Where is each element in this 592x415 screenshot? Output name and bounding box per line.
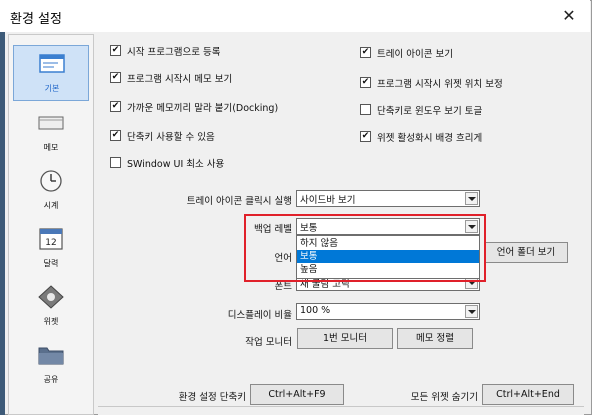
work-monitor-label: 작업 모니터: [245, 337, 292, 348]
display-ratio-select[interactable]: 100 %: [296, 303, 480, 320]
background-window-edge: [0, 32, 5, 415]
checkbox-box[interactable]: ✔: [360, 131, 371, 142]
display-ratio-label: 디스플레이 비율: [227, 310, 292, 321]
window-title: 환경 설정: [10, 12, 62, 27]
settings-sidebar: 기본 메모 시계 12 달력 위젯 공유: [8, 34, 94, 415]
settings-hotkey-label: 환경 설정 단축키: [178, 392, 246, 403]
sidebar-item-label: 위젯: [43, 317, 59, 326]
sidebar-item-label: 시계: [43, 201, 59, 210]
sidebar-item-widget[interactable]: 위젯: [13, 279, 89, 335]
checkbox-label: 단축키 사용할 수 있음: [127, 132, 215, 143]
clock-icon: [40, 170, 62, 192]
checkbox-box[interactable]: ✔: [110, 72, 121, 83]
tray-click-value: 사이드바 보기: [300, 195, 356, 206]
hide-widgets-hotkey-label: 모든 위젯 숨기기: [410, 392, 478, 403]
calendar-icon-number: 12: [45, 238, 56, 248]
calendar-icon: 12: [39, 228, 63, 250]
close-button[interactable]: ✕: [558, 6, 580, 26]
checkbox-box[interactable]: [110, 157, 121, 168]
sidebar-item-general[interactable]: 기본: [13, 45, 89, 101]
memo-icon: [38, 116, 64, 130]
sidebar-item-label: 공유: [43, 375, 59, 384]
checkbox-box[interactable]: [360, 104, 371, 115]
checkbox-label: SWindow UI 최소 사용: [127, 159, 225, 170]
monitor-1-button[interactable]: 1번 모니터: [297, 328, 393, 349]
chevron-down-icon[interactable]: [465, 192, 478, 205]
checkbox-box[interactable]: ✔: [110, 130, 121, 141]
checkbox-label: 트레이 아이콘 보기: [377, 49, 453, 60]
language-folder-button[interactable]: 언어 폴더 보기: [484, 242, 568, 263]
checkbox-label: 프로그램 시작시 위젯 위치 보정: [377, 79, 503, 90]
general-settings-icon: [39, 54, 65, 73]
title-bar: [0, 0, 590, 32]
widget-icon: [38, 285, 64, 309]
sidebar-item-label: 기본: [44, 84, 60, 93]
checkbox-box[interactable]: ✔: [110, 45, 121, 56]
hide-widgets-hotkey-field[interactable]: Ctrl+Alt+End: [482, 384, 574, 405]
sidebar-item-memo[interactable]: 메모: [13, 105, 89, 161]
bottom-divider: [98, 406, 584, 407]
checkbox-label: 위젯 활성화시 배경 흐리게: [377, 133, 483, 144]
checkbox-box[interactable]: ✔: [110, 101, 121, 112]
sidebar-item-label: 메모: [43, 143, 59, 152]
settings-hotkey-field[interactable]: Ctrl+Alt+F9: [250, 384, 344, 405]
sidebar-item-clock[interactable]: 시계: [13, 163, 89, 219]
checkbox-label: 가까운 메모끼리 말라 붙기(Docking): [127, 103, 279, 114]
folder-share-icon: [38, 347, 64, 365]
tray-click-label: 트레이 아이콘 클릭시 실행: [186, 196, 292, 207]
checkbox-box[interactable]: ✔: [360, 47, 371, 58]
memo-arrange-button[interactable]: 메모 정렬: [397, 328, 473, 349]
sidebar-item-share[interactable]: 공유: [13, 337, 89, 393]
sidebar-item-calendar[interactable]: 12 달력: [13, 221, 89, 277]
highlight-annotation-box: [244, 214, 486, 282]
checkbox-label: 프로그램 시작시 메모 보기: [127, 74, 233, 85]
chevron-down-icon[interactable]: [465, 305, 478, 318]
checkbox-box[interactable]: ✔: [360, 77, 371, 88]
tray-click-select[interactable]: 사이드바 보기: [296, 190, 480, 207]
checkbox-label: 단축키로 윈도우 보기 토글: [377, 106, 483, 117]
checkbox-label: 시작 프로그램으로 등록: [127, 47, 221, 58]
display-ratio-value: 100 %: [300, 305, 331, 316]
sidebar-item-label: 달력: [43, 259, 59, 268]
